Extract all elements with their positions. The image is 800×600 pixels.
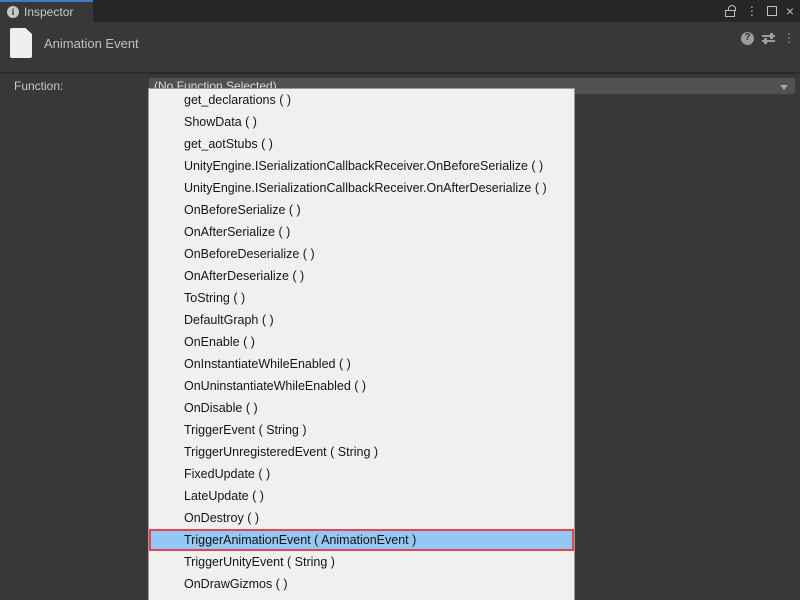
header-icons: ? ⋮ [741, 28, 795, 48]
dropdown-item[interactable]: OnDestroy ( ) [149, 507, 574, 529]
dropdown-item[interactable]: get_declarations ( ) [149, 89, 574, 111]
unlock-icon[interactable] [725, 5, 737, 18]
titlebar-icons: ⋮ × [725, 0, 794, 22]
dropdown-item[interactable]: FixedUpdate ( ) [149, 463, 574, 485]
close-icon[interactable]: × [786, 4, 794, 18]
tab-inspector[interactable]: i Inspector [0, 0, 93, 22]
function-label: Function: [14, 79, 63, 93]
dropdown-item[interactable]: get_aotStubs ( ) [149, 133, 574, 155]
document-icon [10, 28, 32, 58]
dropdown-item[interactable]: OnDisable ( ) [149, 397, 574, 419]
dropdown-item[interactable]: UnityEngine.ISerializationCallbackReceiv… [149, 155, 574, 177]
chevron-down-icon [780, 85, 788, 90]
header-separator [0, 72, 800, 74]
tab-label: Inspector [24, 5, 73, 19]
dropdown-item[interactable]: TriggerAnimationEvent ( AnimationEvent ) [149, 529, 574, 551]
page-title: Animation Event [44, 36, 139, 51]
dropdown-item[interactable]: OnBeforeSerialize ( ) [149, 199, 574, 221]
function-dropdown-popup: get_declarations ( ) ShowData ( ) get_ao… [148, 88, 575, 600]
dropdown-item[interactable]: OnAfterDeserialize ( ) [149, 265, 574, 287]
dropdown-item[interactable]: TriggerUnregisteredEvent ( String ) [149, 441, 574, 463]
dropdown-item[interactable]: OnDrawGizmos ( ) [149, 573, 574, 595]
info-icon: i [7, 6, 19, 18]
dropdown-item[interactable]: ShowData ( ) [149, 111, 574, 133]
maximize-icon[interactable] [767, 6, 777, 16]
help-icon[interactable]: ? [741, 32, 754, 45]
dropdown-item[interactable]: DefaultGraph ( ) [149, 309, 574, 331]
header-menu-icon[interactable]: ⋮ [783, 32, 795, 44]
dropdown-item[interactable]: TriggerEvent ( String ) [149, 419, 574, 441]
inspector-window: i Inspector ⋮ × Animation Event ? ⋮ [0, 0, 800, 600]
dropdown-item[interactable]: UnityEngine.ISerializationCallbackReceiv… [149, 177, 574, 199]
presets-icon[interactable] [762, 32, 775, 44]
dropdown-item[interactable]: ToString ( ) [149, 287, 574, 309]
dropdown-item[interactable]: OnEnable ( ) [149, 331, 574, 353]
dropdown-item[interactable]: OnUninstantiateWhileEnabled ( ) [149, 375, 574, 397]
titlebar: i Inspector ⋮ × [0, 0, 800, 22]
dropdown-item[interactable]: OnAfterSerialize ( ) [149, 221, 574, 243]
window-menu-icon[interactable]: ⋮ [746, 5, 758, 17]
dropdown-item[interactable]: LateUpdate ( ) [149, 485, 574, 507]
component-header: Animation Event ? ⋮ [0, 22, 800, 72]
dropdown-item[interactable]: TriggerUnityEvent ( String ) [149, 551, 574, 573]
dropdown-item[interactable]: OnInstantiateWhileEnabled ( ) [149, 353, 574, 375]
dropdown-item[interactable]: OnBeforeDeserialize ( ) [149, 243, 574, 265]
